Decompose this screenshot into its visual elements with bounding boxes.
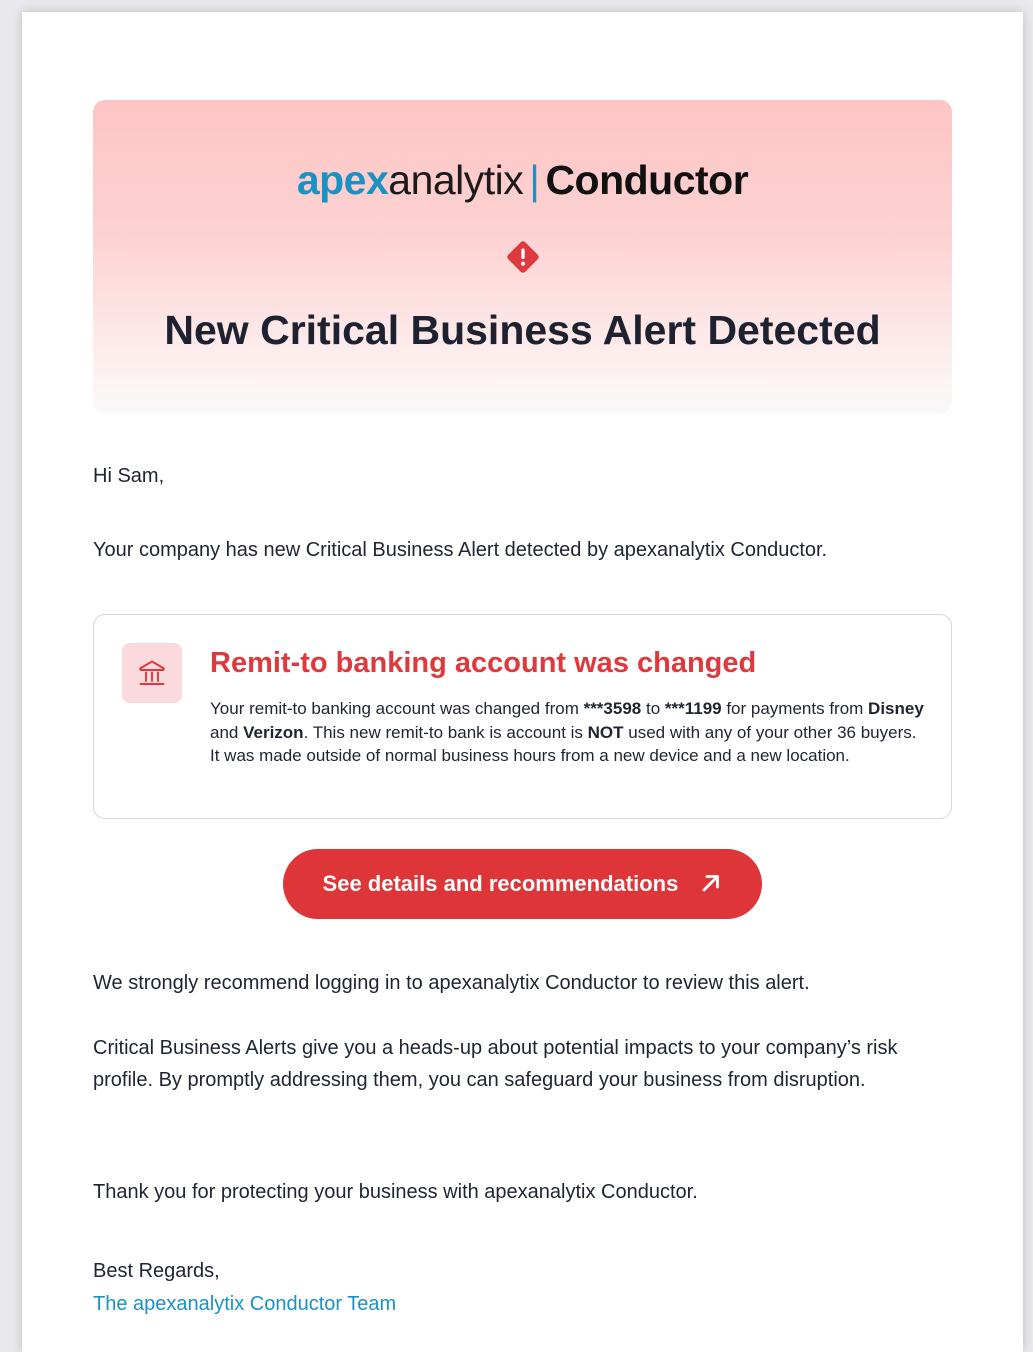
greeting-text: Hi Sam, xyxy=(93,465,165,487)
alert-card: Remit-to banking account was changed You… xyxy=(93,614,952,819)
buyer-name: Disney xyxy=(868,699,924,718)
arrow-up-right-icon xyxy=(703,875,720,892)
logo-analytix-text: analytix xyxy=(388,157,524,203)
intro-text: Your company has new Critical Business A… xyxy=(93,539,828,561)
logo-divider: | xyxy=(529,157,540,203)
page-title: New Critical Business Alert Detected xyxy=(164,307,881,353)
email-card: apexanalytix | Conductor New Critical Busi… xyxy=(22,12,1023,1352)
alert-diamond-icon xyxy=(507,241,539,273)
see-details-label: See details and recommendations xyxy=(322,871,679,896)
alert-title: Remit-to banking account was changed xyxy=(210,647,757,679)
old-account-number: ***3598 xyxy=(583,699,642,718)
thanks-text: Thank you for protecting your business w… xyxy=(93,1181,698,1203)
bank-icon xyxy=(139,660,165,685)
alert-header-banner: apexanalytix | Conductor New Critical Busi… xyxy=(93,100,952,414)
signoff-text: Best Regards, xyxy=(93,1260,220,1282)
bank-icon-badge xyxy=(122,643,182,703)
alert-desc-text: . This new remit-to bank is account is xyxy=(303,722,588,742)
alert-desc-text: and xyxy=(210,722,244,742)
explanation-text: Critical Business Alerts give you a head… xyxy=(93,1037,898,1091)
see-details-button[interactable]: See details and recommendations xyxy=(283,849,762,919)
buyer-name: Verizon xyxy=(243,722,304,742)
brand-logo: apexanalytix | Conductor xyxy=(93,156,952,204)
team-signature-link[interactable]: The apexanalytix Conductor Team xyxy=(93,1288,953,1320)
alert-description: Your remit-to banking account was change… xyxy=(210,697,930,768)
recommendation-text: We strongly recommend logging in to apex… xyxy=(93,972,810,994)
alert-desc-text: Your remit-to banking account was change… xyxy=(210,699,584,718)
logo-product-text: Conductor xyxy=(545,157,749,203)
alert-desc-text: to xyxy=(641,699,665,718)
logo-apex-text: apex xyxy=(296,157,389,203)
alert-desc-text: for payments from xyxy=(721,699,869,718)
emphasis-text: NOT xyxy=(587,722,624,742)
new-account-number: ***1199 xyxy=(664,699,722,718)
